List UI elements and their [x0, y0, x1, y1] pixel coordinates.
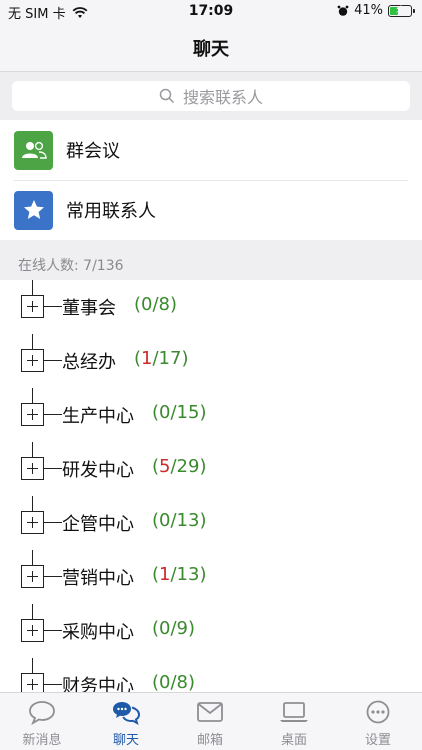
- tab-settings[interactable]: 设置: [336, 693, 420, 750]
- department-name: 企管中心: [62, 514, 134, 535]
- tree-line: [44, 522, 62, 523]
- online-count-label: (5/29): [152, 456, 207, 477]
- tree-line: [32, 604, 33, 619]
- tree-line: [32, 334, 33, 349]
- tree-line: [44, 360, 62, 361]
- department-name: 生产中心: [62, 406, 134, 427]
- department-name: 总经办: [62, 352, 116, 373]
- search-icon: [159, 88, 175, 104]
- tree-row-4[interactable]: 企管中心 (0/13): [0, 496, 422, 550]
- search-input[interactable]: 搜索联系人: [12, 81, 410, 111]
- tree-row-3[interactable]: 研发中心 (5/29): [0, 442, 422, 496]
- laptop-icon: [280, 702, 308, 722]
- tree-line: [44, 306, 62, 307]
- tab-chat[interactable]: 聊天: [84, 693, 168, 750]
- online-count-label: (0/8): [152, 672, 196, 692]
- tree-line: [44, 468, 62, 469]
- expand-icon[interactable]: [21, 673, 44, 692]
- tab-label: 新消息: [22, 733, 62, 748]
- chat-bubble-icon: [29, 701, 55, 725]
- tab-new-messages[interactable]: 新消息: [0, 693, 84, 750]
- expand-icon[interactable]: [21, 295, 44, 318]
- star-icon: [14, 190, 53, 230]
- department-name: 董事会: [62, 298, 116, 319]
- online-count-label: (0/15): [152, 402, 207, 423]
- tab-mail[interactable]: 邮箱: [168, 693, 252, 750]
- tree-line: [32, 496, 33, 511]
- tree-row-2[interactable]: 生产中心 (0/15): [0, 388, 422, 442]
- favorite-contacts-label: 常用联系人: [66, 201, 156, 222]
- online-count-label: (0/13): [152, 510, 207, 531]
- expand-icon[interactable]: [21, 511, 44, 534]
- tree-row-0[interactable]: 董事会 (0/8): [0, 280, 422, 334]
- tree-row-1[interactable]: 总经办 (1/17): [0, 334, 422, 388]
- department-name: 采购中心: [62, 622, 134, 643]
- search-placeholder: 搜索联系人: [182, 88, 263, 107]
- department-name: 研发中心: [62, 460, 134, 481]
- tree-row-7[interactable]: 财务中心 (0/8): [0, 658, 422, 692]
- more-icon: [366, 700, 390, 724]
- tree-line: [32, 280, 33, 295]
- tree-line: [32, 442, 33, 457]
- search-bar: 搜索联系人: [0, 72, 422, 120]
- department-name: 财务中心: [62, 676, 134, 692]
- battery-group: 41% ⚡: [337, 3, 415, 18]
- tree-line: [44, 576, 62, 577]
- online-count-label: (0/9): [152, 618, 196, 639]
- tab-label: 设置: [364, 733, 391, 748]
- expand-icon[interactable]: [21, 403, 44, 426]
- favorite-contacts-item[interactable]: 常用联系人: [0, 180, 422, 240]
- tree-line: [32, 658, 33, 673]
- expand-icon[interactable]: [21, 349, 44, 372]
- tree-line: [44, 684, 62, 685]
- battery-percent: 41%: [354, 3, 383, 18]
- nav-bar: 聊天: [0, 24, 422, 72]
- expand-icon[interactable]: [21, 565, 44, 588]
- page-title: 聊天: [193, 38, 229, 60]
- group-icon: [14, 130, 53, 170]
- group-meeting-label: 群会议: [66, 141, 120, 162]
- expand-icon[interactable]: [21, 619, 44, 642]
- department-tree: 董事会 (0/8) 总经办 (1/17) 生产中心 (0/15) 研发中心 (5…: [0, 280, 422, 692]
- status-bar: 无 SIM 卡 17:09 41% ⚡: [0, 0, 422, 24]
- quick-actions: 群会议 常用联系人: [0, 120, 422, 240]
- expand-icon[interactable]: [21, 457, 44, 480]
- tree-line: [44, 414, 62, 415]
- tab-label: 桌面: [280, 733, 307, 748]
- department-name: 营销中心: [62, 568, 134, 589]
- tree-line: [32, 388, 33, 403]
- tab-label: 聊天: [112, 733, 139, 748]
- online-count-bar: 在线人数: 7/136: [0, 240, 422, 280]
- mail-icon: [197, 702, 223, 722]
- tree-line: [32, 550, 33, 565]
- tree-line: [44, 630, 62, 631]
- online-count-label: (1/13): [152, 564, 207, 585]
- tab-desktop[interactable]: 桌面: [252, 693, 336, 750]
- group-meeting-item[interactable]: 群会议: [0, 120, 422, 180]
- tree-row-5[interactable]: 营销中心 (1/13): [0, 550, 422, 604]
- tab-label: 邮箱: [196, 733, 223, 748]
- tab-bar: 新消息 聊天 邮箱 桌面 设置: [0, 692, 422, 750]
- battery-icon: ⚡: [388, 3, 415, 17]
- online-count: 在线人数: 7/136: [18, 258, 124, 274]
- tree-row-6[interactable]: 采购中心 (0/9): [0, 604, 422, 658]
- alarm-icon: [337, 5, 349, 16]
- chat-bubbles-icon: [113, 702, 141, 725]
- online-count-label: (1/17): [134, 348, 189, 369]
- online-count-label: (0/8): [134, 294, 178, 315]
